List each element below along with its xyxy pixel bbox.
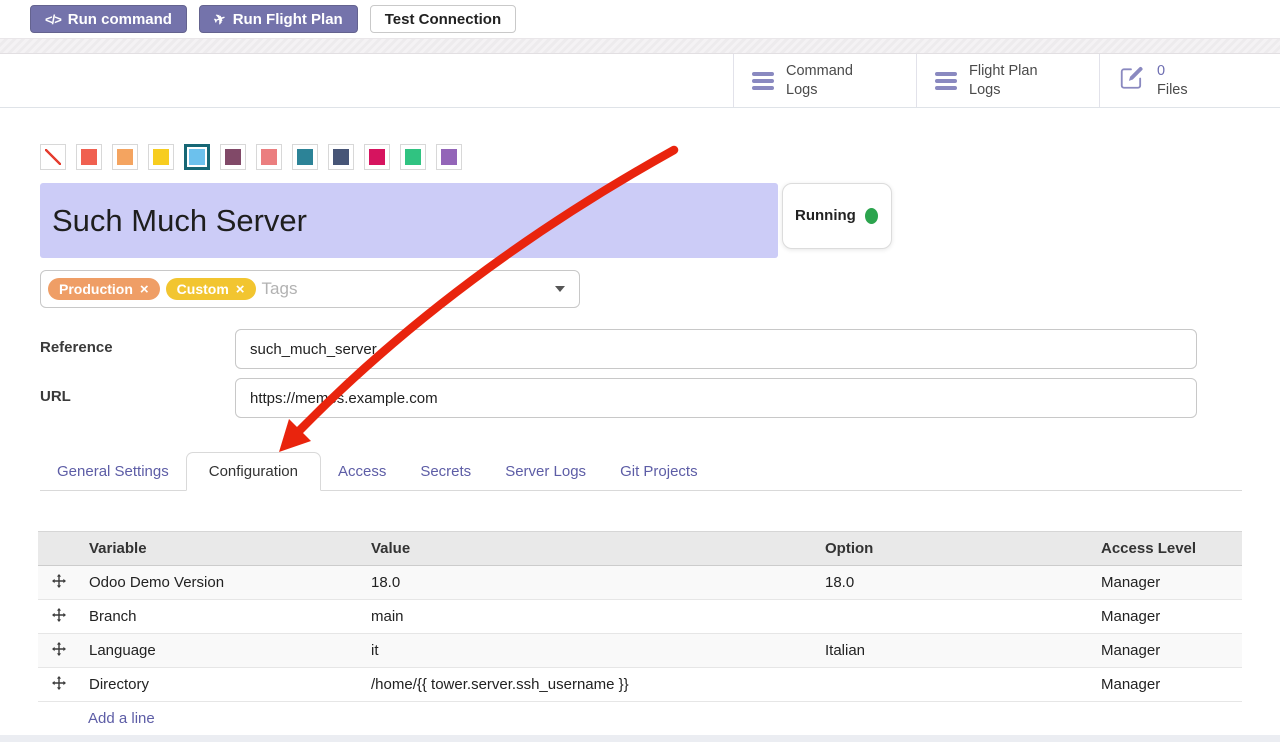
column-value[interactable]: Value (362, 532, 816, 566)
cell-value[interactable]: 18.0 (362, 566, 816, 600)
tab-secrets[interactable]: Secrets (403, 453, 488, 490)
tags-field[interactable]: Production × Custom × Tags (40, 270, 580, 308)
command-logs-button[interactable]: Command Logs (733, 54, 916, 107)
table-row[interactable]: Branch main Manager (38, 600, 1242, 634)
files-button[interactable]: 0 Files (1099, 54, 1280, 107)
cell-variable[interactable]: Directory (80, 668, 362, 702)
drag-handle-icon[interactable] (38, 668, 80, 702)
reference-label: Reference (40, 339, 235, 356)
table-header-row: Variable Value Option Access Level (38, 532, 1242, 566)
cell-value[interactable]: it (362, 634, 816, 668)
drag-handle-icon[interactable] (38, 566, 80, 600)
add-line-row: Add a line (38, 702, 1242, 736)
add-a-line-link[interactable]: Add a line (88, 710, 155, 727)
cell-variable[interactable]: Odoo Demo Version (80, 566, 362, 600)
status-button[interactable]: Running (782, 183, 892, 249)
flight-plan-logs-button[interactable]: Flight Plan Logs (916, 54, 1099, 107)
paper-plane-icon: ✈ (211, 9, 228, 29)
command-logs-line1: Command (786, 62, 853, 80)
tab-configuration[interactable]: Configuration (186, 452, 321, 491)
column-variable[interactable]: Variable (80, 532, 362, 566)
column-access-level[interactable]: Access Level (1092, 532, 1242, 566)
status-label: Running (795, 206, 849, 226)
cell-access-level[interactable]: Manager (1092, 634, 1242, 668)
remove-tag-icon[interactable]: × (140, 282, 149, 297)
edit-square-icon (1118, 65, 1145, 96)
table-row[interactable]: Directory /home/{{ tower.server.ssh_user… (38, 668, 1242, 702)
cell-access-level[interactable]: Manager (1092, 668, 1242, 702)
url-input[interactable]: https://memes.example.com (235, 378, 1197, 418)
color-swatch-dark-purple[interactable] (220, 144, 246, 170)
list-icon (752, 72, 774, 90)
tab-server-logs[interactable]: Server Logs (488, 453, 603, 490)
cell-option[interactable] (816, 600, 1092, 634)
tag-custom: Custom × (166, 278, 256, 300)
tag-production: Production × (48, 278, 160, 300)
code-icon: </> (45, 12, 61, 27)
tag-production-label: Production (59, 281, 133, 297)
tag-custom-label: Custom (177, 281, 229, 297)
cell-variable[interactable]: Branch (80, 600, 362, 634)
reference-input[interactable]: such_much_server (235, 329, 1197, 369)
notebook-tabs: General Settings Configuration Access Se… (40, 452, 1242, 491)
color-swatch-dark-blue[interactable] (328, 144, 354, 170)
run-flight-plan-label: Run Flight Plan (233, 11, 343, 28)
color-swatch-yellow[interactable] (148, 144, 174, 170)
list-icon (935, 72, 957, 90)
run-command-button[interactable]: </> Run command (30, 5, 187, 33)
drag-handle-icon[interactable] (38, 600, 80, 634)
color-swatch-none[interactable] (40, 144, 66, 170)
url-label: URL (40, 388, 235, 405)
cell-access-level[interactable]: Manager (1092, 600, 1242, 634)
reference-value: such_much_server (250, 341, 377, 358)
record-title-input[interactable]: Such Much Server (40, 183, 778, 258)
flight-plan-logs-line1: Flight Plan (969, 62, 1038, 80)
column-option[interactable]: Option (816, 532, 1092, 566)
decorative-strip (0, 38, 1280, 54)
color-swatch-purple[interactable] (436, 144, 462, 170)
tags-placeholder: Tags (262, 279, 298, 299)
drag-handle-icon[interactable] (38, 634, 80, 668)
cell-value[interactable]: /home/{{ tower.server.ssh_username }} (362, 668, 816, 702)
color-swatch-teal[interactable] (292, 144, 318, 170)
test-connection-button[interactable]: Test Connection (370, 5, 516, 33)
tab-general-settings[interactable]: General Settings (40, 453, 186, 490)
bottom-strip (0, 735, 1280, 742)
command-logs-line2: Logs (786, 81, 853, 99)
form-header-band: Command Logs Flight Plan Logs 0 Files (0, 54, 1280, 108)
color-picker (40, 144, 1242, 170)
test-connection-label: Test Connection (385, 11, 501, 28)
form-sheet: Such Much Server Running Production × Cu… (0, 144, 1280, 736)
configuration-table: Variable Value Option Access Level Odoo … (38, 531, 1242, 736)
status-dot-icon (865, 208, 878, 224)
color-swatch-green[interactable] (400, 144, 426, 170)
files-count: 0 (1157, 62, 1188, 80)
tab-git-projects[interactable]: Git Projects (603, 453, 715, 490)
color-swatch-red[interactable] (76, 144, 102, 170)
cell-access-level[interactable]: Manager (1092, 566, 1242, 600)
flight-plan-logs-line2: Logs (969, 81, 1038, 99)
cell-variable[interactable]: Language (80, 634, 362, 668)
chevron-down-icon[interactable] (555, 286, 565, 292)
color-swatch-light-blue-selected[interactable] (184, 144, 210, 170)
action-bar: </> Run command ✈ Run Flight Plan Test C… (0, 0, 1280, 38)
url-value: https://memes.example.com (250, 390, 438, 407)
cell-value[interactable]: main (362, 600, 816, 634)
table-row[interactable]: Language it Italian Manager (38, 634, 1242, 668)
run-command-label: Run command (68, 11, 172, 28)
table-row[interactable]: Odoo Demo Version 18.0 18.0 Manager (38, 566, 1242, 600)
run-flight-plan-button[interactable]: ✈ Run Flight Plan (199, 5, 358, 33)
remove-tag-icon[interactable]: × (236, 282, 245, 297)
record-title-text: Such Much Server (52, 203, 307, 239)
cell-option[interactable]: Italian (816, 634, 1092, 668)
cell-option[interactable] (816, 668, 1092, 702)
color-swatch-salmon[interactable] (256, 144, 282, 170)
cell-option[interactable]: 18.0 (816, 566, 1092, 600)
no-color-icon (45, 149, 61, 165)
color-swatch-magenta[interactable] (364, 144, 390, 170)
tab-access[interactable]: Access (321, 453, 403, 490)
color-swatch-orange[interactable] (112, 144, 138, 170)
files-label: Files (1157, 81, 1188, 99)
